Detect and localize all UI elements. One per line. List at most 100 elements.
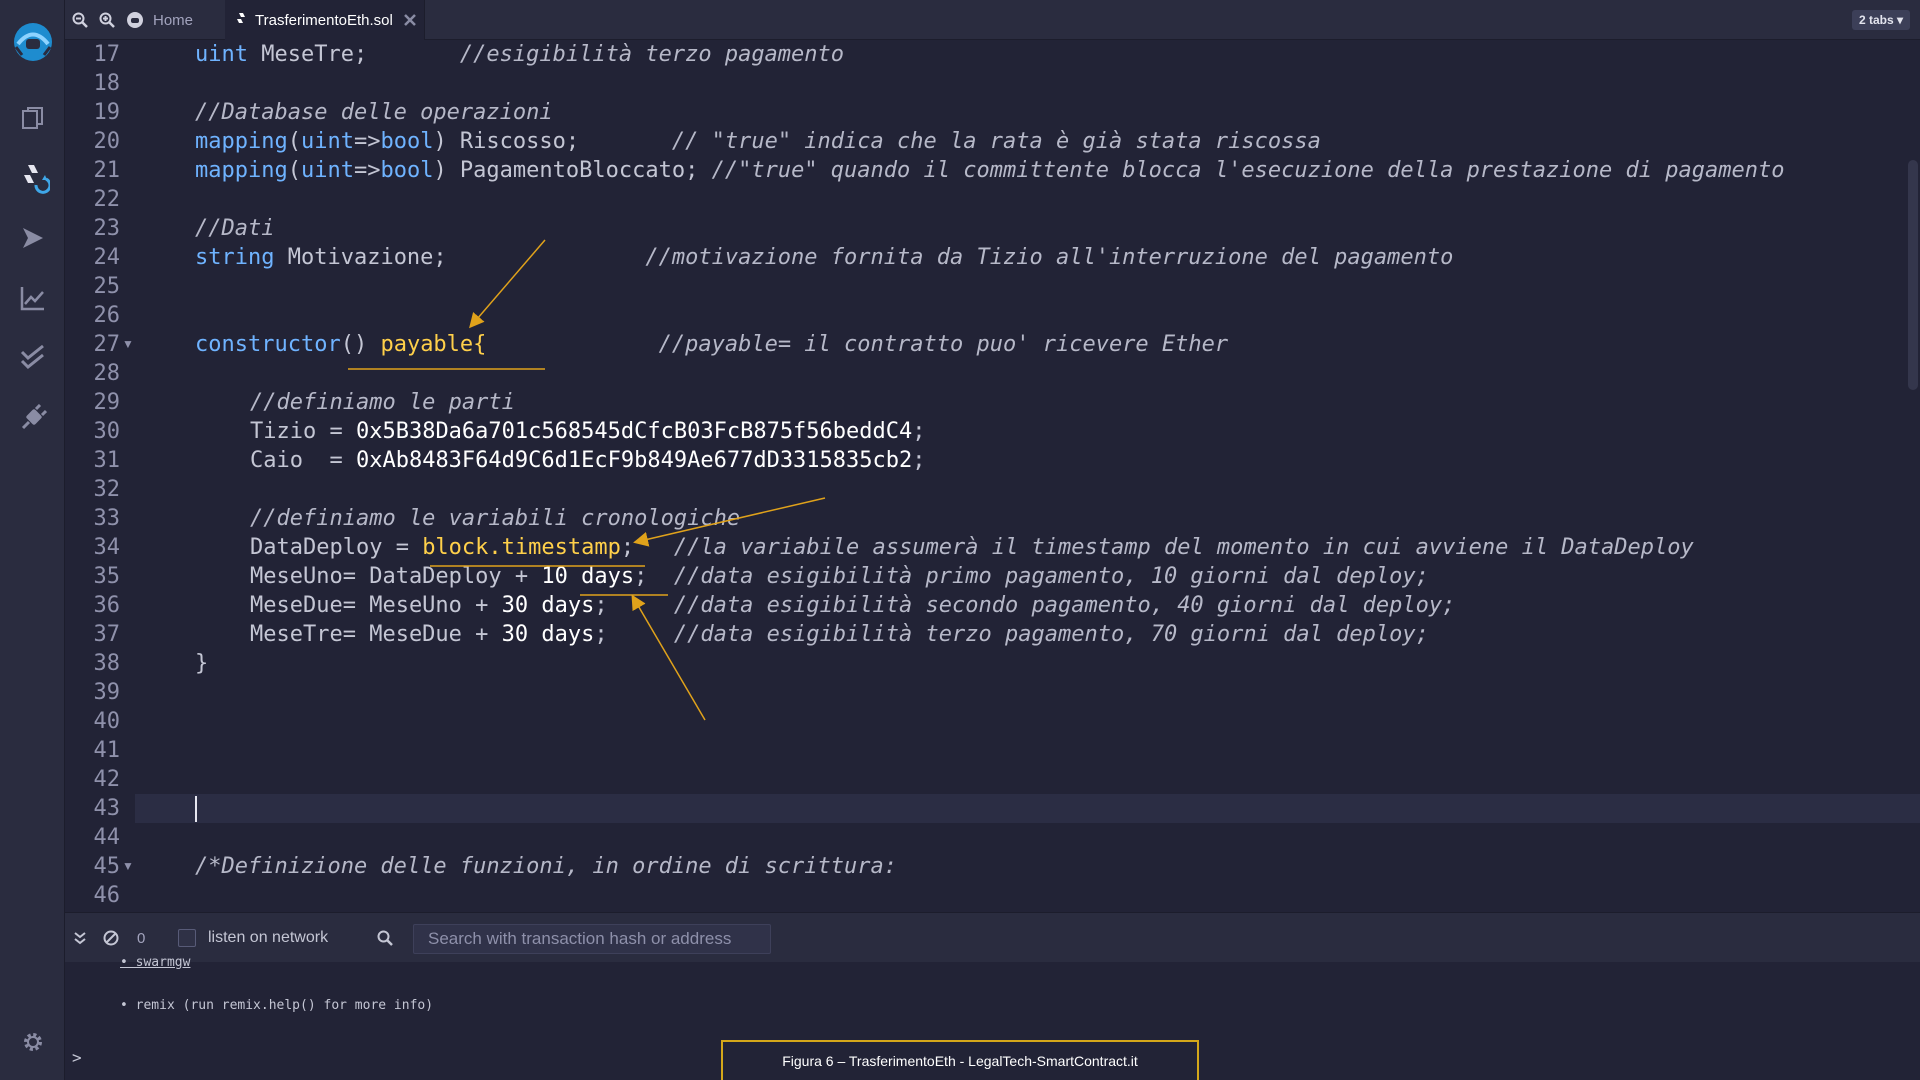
icon-panel — [0, 0, 65, 1080]
zoom-in-icon[interactable] — [97, 10, 117, 30]
punctuation-token: ( — [287, 129, 301, 154]
punctuation-token: ; — [594, 622, 608, 647]
punctuation-token: ; — [634, 564, 648, 589]
terminal-line: • swarmgw — [120, 955, 191, 970]
file-explorer-icon[interactable] — [0, 92, 65, 144]
code-line: mapping(uint=>bool) Riscosso; // "true" … — [195, 127, 1321, 156]
comment-token: //la variabile assumerà il timestamp del… — [673, 535, 1694, 560]
tab-trasferimentoeth[interactable]: TrasferimentoEth.sol — [225, 0, 425, 40]
fold-toggle-icon[interactable]: ▼ — [122, 330, 134, 359]
code-line: //definiamo le parti — [250, 388, 515, 417]
tab-home[interactable]: Home — [125, 0, 193, 40]
punctuation-token: => — [353, 129, 381, 154]
keyword-token: mapping — [195, 158, 288, 183]
comment-token: //"true" quando il committente blocca l'… — [711, 158, 1785, 183]
keyword-token: bool — [380, 129, 434, 154]
identifier-token: Caio = — [250, 448, 356, 473]
identifier-token: Motivazione; — [274, 245, 447, 270]
terminal-line: • remix (run remix.help() for more info) — [120, 998, 434, 1013]
collapse-terminal-icon[interactable] — [73, 913, 87, 963]
identifier-token: MeseTre= MeseDue + — [250, 622, 502, 647]
editor-scrollbar[interactable] — [1908, 160, 1918, 390]
analysis-chart-icon[interactable] — [0, 272, 65, 324]
days-literal: 30 days — [501, 593, 595, 618]
line-number: 33 — [93, 506, 121, 531]
settings-gear-icon[interactable] — [0, 1016, 65, 1068]
code-line: Tizio = 0x5B38Da6a701c568545dCfcB03FcB87… — [250, 417, 926, 446]
identifier-token: MeseUno= DataDeploy + — [250, 564, 542, 589]
line-number: 23 — [93, 216, 121, 241]
close-tab-icon[interactable] — [403, 13, 417, 27]
punctuation-token: ; — [620, 535, 635, 560]
days-literal: 10 days — [541, 564, 635, 589]
identifier-token: MeseTre; — [247, 42, 368, 67]
code-line: } — [195, 649, 208, 678]
keyword-token: string — [195, 245, 275, 270]
line-number: 28 — [93, 361, 121, 386]
comment-token: //data esigibilità terzo pagamento, 70 g… — [673, 622, 1429, 647]
line-number: 35 — [93, 564, 121, 589]
code-line: //Database delle operazioni — [195, 98, 553, 127]
line-number: 29 — [93, 390, 121, 415]
line-number: 39 — [93, 680, 121, 705]
days-literal: 30 days — [501, 622, 595, 647]
line-number: 38 — [93, 651, 121, 676]
line-number: 46 — [93, 883, 121, 908]
deploy-run-icon[interactable] — [0, 212, 65, 264]
text-cursor — [195, 796, 197, 822]
keyword-token: mapping — [195, 129, 288, 154]
solidity-compiler-icon[interactable] — [0, 152, 65, 204]
line-number: 41 — [93, 738, 121, 763]
line-number: 31 — [93, 448, 121, 473]
fold-toggle-icon[interactable]: ▼ — [122, 852, 134, 881]
testing-check-icon[interactable] — [0, 332, 65, 384]
zoom-out-icon[interactable] — [70, 10, 90, 30]
line-number: 32 — [93, 477, 121, 502]
payable-keyword: payable — [380, 332, 474, 357]
address-literal: 0xAb8483F64d9C6d1EcF9b849Ae677dD3315835c… — [355, 448, 913, 473]
code-line: MeseDue= MeseUno + 30 days; //data esigi… — [250, 591, 1455, 620]
punctuation-token: { — [473, 332, 487, 357]
listen-on-network-checkbox[interactable] — [178, 929, 196, 947]
remix-logo-icon[interactable] — [0, 14, 65, 70]
punctuation-token: => — [353, 158, 381, 183]
block-timestamp-token: block.timestamp — [422, 535, 621, 560]
search-icon — [377, 913, 393, 963]
figure-caption: Figura 6 – TrasferimentoEth - LegalTech-… — [721, 1040, 1199, 1080]
punctuation-token: ( — [287, 158, 301, 183]
terminal-prompt[interactable]: > — [72, 1048, 82, 1067]
listen-on-network-label: listen on network — [208, 929, 329, 946]
punctuation-token: () — [340, 332, 381, 357]
line-number: 45 — [93, 854, 121, 879]
code-line: DataDeploy = block.timestamp; //la varia… — [250, 533, 1694, 562]
clear-console-icon[interactable] — [103, 913, 119, 963]
plugin-manager-icon[interactable] — [0, 392, 65, 444]
terminal-toolbar: 0 listen on network — [65, 912, 1920, 962]
code-editor[interactable]: 17 18 19 20 21 22 23 24 25 26 27 28 29 3… — [65, 40, 1920, 912]
tabs-dropdown-button[interactable]: 2 tabs ▾ — [1851, 10, 1910, 30]
active-line-highlight — [135, 794, 1920, 823]
punctuation-token: ; — [594, 593, 608, 618]
comment-token: //Database delle operazioni — [195, 100, 553, 125]
line-number: 27 — [93, 332, 121, 357]
code-line: uint MeseTre; //esigibilità terzo pagame… — [195, 40, 844, 69]
code-line: //Dati — [195, 214, 274, 243]
line-number: 37 — [93, 622, 121, 647]
comment-token: //definiamo le parti — [250, 390, 515, 415]
line-number: 44 — [93, 825, 121, 850]
identifier-token: DataDeploy = — [250, 535, 423, 560]
transaction-search-input[interactable] — [413, 924, 771, 954]
comment-token: //payable= il contratto puo' ricevere Et… — [658, 332, 1229, 357]
code-line: constructor() payable{ //payable= il con… — [195, 330, 1228, 359]
comment-token: //esigibilità terzo pagamento — [459, 42, 845, 67]
comment-token: //definiamo le variabili cronologiche — [250, 506, 741, 531]
identifier-token: Tizio = — [250, 419, 356, 444]
tab-bar: Home TrasferimentoEth.sol 2 tabs ▾ — [65, 0, 1920, 40]
code-line: Caio = 0xAb8483F64d9C6d1EcF9b849Ae677dD3… — [250, 446, 926, 475]
